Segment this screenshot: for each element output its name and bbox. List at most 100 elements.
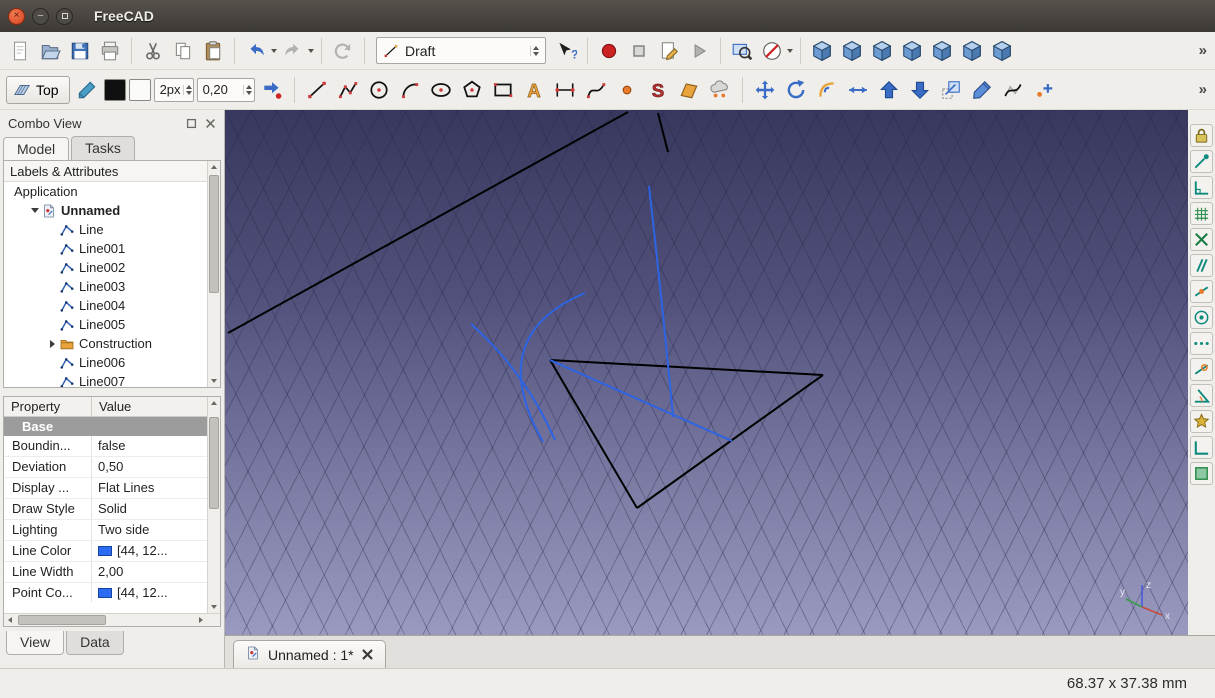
tree-item-line005[interactable]: Line005 xyxy=(4,315,220,334)
view-bottom-button[interactable] xyxy=(958,37,986,65)
draft-ellipse-button[interactable] xyxy=(427,76,455,104)
tree-item-line002[interactable]: Line002 xyxy=(4,258,220,277)
tree-item-unnamed[interactable]: Unnamed xyxy=(4,201,220,220)
tree-item-line[interactable]: Line xyxy=(4,220,220,239)
scroll-up-arrow[interactable] xyxy=(208,161,220,173)
snap-near-button[interactable] xyxy=(1190,358,1213,381)
tab-data[interactable]: Data xyxy=(66,631,124,655)
property-row-draw-style[interactable]: Draw StyleSolid xyxy=(4,499,220,520)
3d-viewport[interactable]: zyx xyxy=(225,110,1188,635)
property-value[interactable]: [44, 12... xyxy=(92,583,220,602)
draft-arc-button[interactable] xyxy=(396,76,424,104)
open-document-button[interactable] xyxy=(36,37,64,65)
snap-lock-button[interactable] xyxy=(1190,124,1213,147)
apply-style-button[interactable] xyxy=(258,76,286,104)
line-color-swatch[interactable] xyxy=(104,79,126,101)
tree-item-construction[interactable]: Construction xyxy=(4,334,220,353)
line-width-spin[interactable]: 2px xyxy=(154,78,194,102)
draft-bspline-button[interactable] xyxy=(582,76,610,104)
draft-toolbar-overflow-button[interactable]: » xyxy=(1197,81,1209,98)
tree-expander-icon[interactable] xyxy=(46,340,59,348)
draft-facebinder-button[interactable] xyxy=(675,76,703,104)
view-top-button[interactable] xyxy=(868,37,896,65)
snap-parallel-button[interactable] xyxy=(1190,254,1213,277)
draft-wire-to-bspline-button[interactable] xyxy=(999,76,1027,104)
view-front-button[interactable] xyxy=(838,37,866,65)
draft-polygon-button[interactable] xyxy=(458,76,486,104)
property-vertical-scrollbar[interactable] xyxy=(207,397,220,613)
property-row-lighting[interactable]: LightingTwo side xyxy=(4,520,220,541)
property-value[interactable]: 0,50 xyxy=(92,457,220,477)
zoom-region-button[interactable] xyxy=(728,37,756,65)
tree-expander-icon[interactable] xyxy=(28,208,41,213)
copy-button[interactable] xyxy=(169,37,197,65)
working-plane-button[interactable]: Top xyxy=(6,76,70,104)
workbench-selector[interactable]: Draft xyxy=(376,37,546,64)
tree-item-line001[interactable]: Line001 xyxy=(4,239,220,258)
property-row-line-color[interactable]: Line Color[44, 12... xyxy=(4,541,220,562)
refresh-button[interactable] xyxy=(329,37,357,65)
window-close-button[interactable]: × xyxy=(8,8,25,25)
view-right-button[interactable] xyxy=(898,37,926,65)
view-axonometric-button[interactable] xyxy=(808,37,836,65)
snap-extension-button[interactable] xyxy=(1190,332,1213,355)
cut-button[interactable] xyxy=(139,37,167,65)
face-color-swatch[interactable] xyxy=(129,79,151,101)
property-row-line-width[interactable]: Line Width2,00 xyxy=(4,562,220,583)
draft-text-button[interactable]: A xyxy=(520,76,548,104)
construction-mode-button[interactable] xyxy=(73,76,101,104)
spinner-arrows-icon[interactable] xyxy=(183,85,194,95)
document-tab[interactable]: Unnamed : 1* xyxy=(233,640,386,668)
draft-line-button[interactable] xyxy=(303,76,331,104)
spinner-arrows-icon[interactable] xyxy=(243,85,254,95)
property-row-boundin-[interactable]: Boundin...false xyxy=(4,436,220,457)
draft-downgrade-button[interactable] xyxy=(906,76,934,104)
view-rear-button[interactable] xyxy=(928,37,956,65)
draft-clone-button[interactable] xyxy=(706,76,734,104)
snap-working-plane-button[interactable] xyxy=(1190,462,1213,485)
print-button[interactable] xyxy=(96,37,124,65)
undo-dropdown-icon[interactable] xyxy=(271,49,277,53)
draft-dimension-button[interactable] xyxy=(551,76,579,104)
save-document-button[interactable] xyxy=(66,37,94,65)
dock-close-button[interactable] xyxy=(203,116,218,131)
draft-trim-button[interactable] xyxy=(844,76,872,104)
snap-perpendicular-button[interactable] xyxy=(1190,176,1213,199)
scroll-down-arrow[interactable] xyxy=(208,375,220,387)
property-value[interactable]: [44, 12... xyxy=(92,541,220,561)
macro-stop-button[interactable] xyxy=(625,37,653,65)
snap-endpoint-button[interactable] xyxy=(1190,150,1213,173)
tree-item-line003[interactable]: Line003 xyxy=(4,277,220,296)
tree-item-line007[interactable]: Line007 xyxy=(4,372,220,388)
draft-upgrade-button[interactable] xyxy=(875,76,903,104)
scrollbar-thumb[interactable] xyxy=(18,615,106,625)
scroll-down-arrow[interactable] xyxy=(208,601,220,613)
scrollbar-thumb[interactable] xyxy=(209,175,219,293)
property-value[interactable]: false xyxy=(92,436,220,456)
scrollbar-thumb[interactable] xyxy=(209,417,219,509)
redo-button[interactable] xyxy=(279,37,307,65)
property-row-deviation[interactable]: Deviation0,50 xyxy=(4,457,220,478)
property-row-display-[interactable]: Display ...Flat Lines xyxy=(4,478,220,499)
tree-item-line006[interactable]: Line006 xyxy=(4,353,220,372)
new-document-button[interactable] xyxy=(6,37,34,65)
draw-style-button[interactable] xyxy=(758,37,786,65)
snap-intersection-button[interactable] xyxy=(1190,228,1213,251)
draft-shapestring-button[interactable]: S xyxy=(644,76,672,104)
tab-tasks[interactable]: Tasks xyxy=(71,136,135,160)
draft-wire-button[interactable] xyxy=(334,76,362,104)
tree-item-line004[interactable]: Line004 xyxy=(4,296,220,315)
toolbar-overflow-button[interactable]: » xyxy=(1197,42,1209,59)
snap-special-button[interactable] xyxy=(1190,410,1213,433)
draft-rotate-button[interactable] xyxy=(782,76,810,104)
macro-edit-button[interactable] xyxy=(655,37,683,65)
property-group-base[interactable]: Base xyxy=(4,417,220,436)
property-value[interactable]: Two side xyxy=(92,520,220,540)
scroll-left-arrow[interactable] xyxy=(4,614,16,626)
property-horizontal-scrollbar[interactable] xyxy=(4,613,220,626)
draft-circle-button[interactable] xyxy=(365,76,393,104)
tab-view[interactable]: View xyxy=(6,631,64,655)
macro-play-button[interactable] xyxy=(685,37,713,65)
paste-button[interactable] xyxy=(199,37,227,65)
draft-rectangle-button[interactable] xyxy=(489,76,517,104)
